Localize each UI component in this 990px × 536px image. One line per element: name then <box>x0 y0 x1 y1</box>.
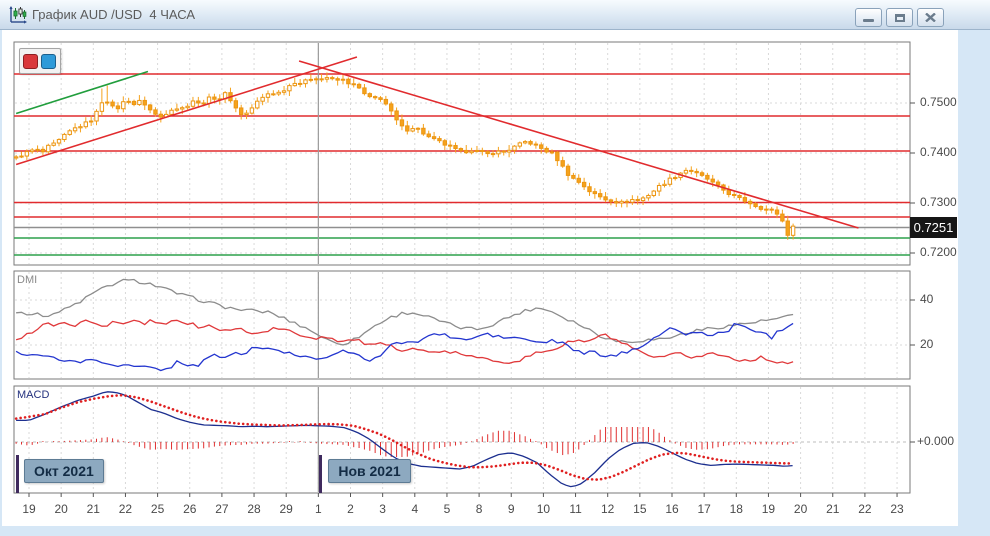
x-axis-label: 1 <box>305 502 331 516</box>
month-label-nov: Нов 2021 <box>328 459 410 483</box>
x-axis-label: 5 <box>434 502 460 516</box>
price-axis-label: 0.7300 <box>920 195 957 209</box>
x-axis-label: 20 <box>48 502 74 516</box>
x-axis-label: 21 <box>80 502 106 516</box>
x-axis-label: 8 <box>466 502 492 516</box>
dmi-axis-label: 20 <box>920 337 933 351</box>
x-axis-label: 18 <box>723 502 749 516</box>
red-swatch-button[interactable] <box>23 54 38 69</box>
x-axis-label: 19 <box>16 502 42 516</box>
x-axis-label: 10 <box>530 502 556 516</box>
x-axis-label: 22 <box>852 502 878 516</box>
x-axis-label: 15 <box>627 502 653 516</box>
macd-pane-label: MACD <box>17 389 49 401</box>
dmi-axis-label: 40 <box>920 292 933 306</box>
x-axis-label: 22 <box>112 502 138 516</box>
x-axis-label: 3 <box>370 502 396 516</box>
x-axis-label: 11 <box>563 502 589 516</box>
panel-frame <box>14 386 910 493</box>
chart-window: { "window": { "title": "График AUD /USD … <box>0 0 990 536</box>
x-axis-label: 16 <box>659 502 685 516</box>
month-label-oct: Окт 2021 <box>24 459 104 483</box>
current-price-tag: 0.7251 <box>910 217 957 238</box>
macd-axis-label: +0.000 <box>917 434 954 448</box>
x-axis-label: 21 <box>820 502 846 516</box>
x-axis-label: 20 <box>788 502 814 516</box>
price-axis-label: 0.7400 <box>920 145 957 159</box>
price-axis-label: 0.7200 <box>920 245 957 259</box>
x-axis-label: 23 <box>884 502 910 516</box>
x-axis-label: 27 <box>209 502 235 516</box>
dmi-pane-label: DMI <box>17 274 37 286</box>
x-axis-label: 19 <box>755 502 781 516</box>
month-separator-nov <box>319 455 322 493</box>
x-axis-label: 4 <box>402 502 428 516</box>
chart-canvas[interactable] <box>0 0 990 536</box>
x-axis-label: 2 <box>338 502 364 516</box>
x-axis-label: 9 <box>498 502 524 516</box>
x-axis-label: 29 <box>273 502 299 516</box>
x-axis-label: 28 <box>241 502 267 516</box>
x-axis-label: 25 <box>145 502 171 516</box>
x-axis-label: 12 <box>595 502 621 516</box>
mini-toolbar <box>19 48 61 74</box>
x-axis-label: 26 <box>177 502 203 516</box>
x-axis-label: 17 <box>691 502 717 516</box>
blue-swatch-button[interactable] <box>41 54 56 69</box>
price-axis-label: 0.7500 <box>920 95 957 109</box>
month-separator-oct <box>16 455 19 493</box>
